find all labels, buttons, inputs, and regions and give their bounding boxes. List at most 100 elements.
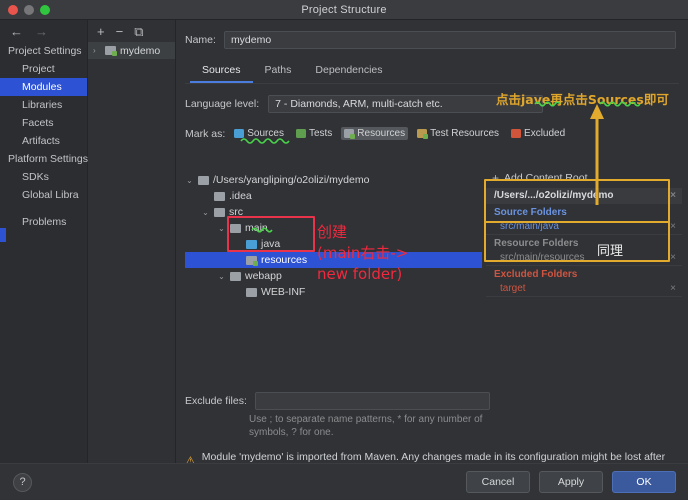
tab-sources[interactable]: Sources: [190, 60, 253, 83]
nav-group-project-settings: Project Settings: [8, 45, 82, 57]
tests-folder-icon: [295, 129, 306, 138]
folder-icon: [230, 223, 241, 233]
copy-module-icon[interactable]: ⧉: [134, 25, 143, 38]
sidebar-item-libraries[interactable]: Libraries: [0, 96, 87, 114]
mark-as-excluded-label: Excluded: [524, 128, 566, 139]
chevron-down-icon[interactable]: ⌄: [185, 176, 194, 185]
footer-buttons: Cancel Apply OK: [466, 471, 676, 493]
exclude-files-input[interactable]: [254, 392, 490, 410]
exclude-files-label: Exclude files:: [185, 395, 247, 407]
tree-row[interactable]: ⌄ main: [185, 220, 482, 236]
sources-folder-icon: [234, 129, 245, 138]
remove-excluded-folder-icon[interactable]: ×: [670, 283, 676, 294]
title-bar: Project Structure: [0, 0, 688, 20]
folder-icon: [230, 271, 241, 281]
test-resources-folder-icon: [417, 129, 429, 139]
folder-icon: [214, 207, 225, 217]
chevron-down-icon[interactable]: ⌄: [217, 224, 226, 233]
arrow-left-icon[interactable]: ←: [10, 25, 23, 38]
folder-icon: [246, 287, 257, 297]
tree-label: resources: [261, 254, 308, 266]
sidebar-item-project[interactable]: Project: [0, 60, 87, 78]
tab-paths[interactable]: Paths: [253, 60, 304, 83]
resource-folder-row[interactable]: src/main/resources ×: [486, 251, 682, 266]
remove-source-folder-icon[interactable]: ×: [670, 221, 676, 232]
tree-label: /Users/yangliping/o2olizi/mydemo: [213, 174, 370, 186]
nav-history-controls[interactable]: ← →: [0, 20, 87, 42]
remove-module-icon[interactable]: −: [116, 25, 124, 38]
chevron-right-icon[interactable]: ›: [93, 46, 101, 55]
remove-content-root-icon[interactable]: ×: [670, 190, 676, 201]
tree-row[interactable]: ⌄ webapp: [185, 268, 482, 284]
sidebar-item-global-libraries[interactable]: Global Libra: [0, 186, 87, 204]
sidebar-item-facets[interactable]: Facets: [0, 114, 87, 132]
chevron-down-icon[interactable]: ⌄: [217, 272, 226, 281]
tree-label: WEB-INF: [261, 286, 306, 298]
remove-resource-folder-icon[interactable]: ×: [670, 252, 676, 263]
mark-as-row: Mark as: Sources Tests Resources Test Re…: [185, 127, 676, 140]
cancel-button[interactable]: Cancel: [466, 471, 530, 493]
sidebar-item-modules[interactable]: Modules: [0, 78, 87, 96]
project-structure-dialog: Project Structure ← → Project Settings P…: [0, 0, 688, 500]
name-label: Name:: [185, 34, 216, 46]
resources-folder-icon: [344, 129, 356, 139]
mark-as-test-resources-label: Test Resources: [430, 128, 500, 139]
chevron-down-icon[interactable]: ⌄: [201, 208, 210, 217]
resources-folder-icon: [246, 255, 258, 266]
sidebar-divider: [0, 204, 87, 213]
plus-icon: +: [492, 171, 500, 185]
mark-as-test-resources-button[interactable]: Test Resources: [414, 127, 502, 140]
content-root-path: /Users/.../o2olizi/mydemo: [494, 190, 614, 201]
editor-tabs: Sources Paths Dependencies: [185, 60, 679, 84]
apply-button[interactable]: Apply: [539, 471, 603, 493]
add-module-icon[interactable]: +: [97, 25, 105, 38]
sidebar-item-sdks[interactable]: SDKs: [0, 168, 87, 186]
tree-row-resources[interactable]: resources: [185, 252, 482, 268]
selection-edge-indicator: [0, 228, 6, 242]
excluded-folder-icon: [511, 129, 522, 138]
folder-icon: [198, 175, 209, 185]
module-editor: Name: mydemo Sources Paths Dependencies …: [176, 20, 688, 477]
tree-row[interactable]: ⌄ /Users/yangliping/o2olizi/mydemo: [185, 172, 482, 188]
module-label: mydemo: [120, 44, 161, 57]
module-list-item-mydemo[interactable]: › mydemo: [88, 42, 175, 59]
mark-as-sources-label: Sources: [247, 128, 284, 139]
sidebar-item-artifacts[interactable]: Artifacts: [0, 132, 87, 150]
excluded-folders-title: Excluded Folders: [494, 269, 578, 280]
tree-label: main: [245, 222, 268, 234]
excluded-folder-path: target: [500, 283, 526, 294]
tree-label: .idea: [229, 190, 252, 202]
dialog-footer: ? Cancel Apply OK: [0, 463, 688, 500]
module-list-panel: + − ⧉ › mydemo: [88, 20, 176, 463]
language-level-label: Language level:: [185, 98, 260, 110]
tree-row-java[interactable]: java: [185, 236, 482, 252]
mark-as-resources-button[interactable]: Resources: [341, 127, 409, 140]
module-icon: [105, 46, 117, 56]
excluded-folder-row[interactable]: target ×: [486, 282, 682, 297]
add-content-root-label: Add Content Root: [504, 172, 588, 184]
tree-row[interactable]: ⌄ src: [185, 204, 482, 220]
mark-as-label: Mark as:: [185, 127, 226, 140]
ok-button[interactable]: OK: [612, 471, 676, 493]
mark-as-sources-button[interactable]: Sources: [231, 127, 287, 140]
module-name-input[interactable]: mydemo: [223, 31, 676, 49]
tree-label: java: [261, 238, 281, 250]
tab-dependencies[interactable]: Dependencies: [303, 60, 394, 83]
sidebar-item-problems[interactable]: Problems: [0, 213, 87, 231]
add-content-root-button[interactable]: + Add Content Root: [486, 170, 682, 188]
tree-row[interactable]: WEB-INF: [185, 284, 482, 300]
resource-folder-path: src/main/resources: [500, 252, 585, 263]
source-folder-row[interactable]: src/main/java ×: [486, 220, 682, 235]
tree-row[interactable]: .idea: [185, 188, 482, 204]
name-row: Name: mydemo: [185, 31, 676, 49]
help-button[interactable]: ?: [13, 472, 32, 492]
window-title: Project Structure: [301, 3, 387, 16]
mark-as-excluded-button[interactable]: Excluded: [508, 127, 568, 140]
content-root-header-row: /Users/.../o2olizi/mydemo ×: [486, 188, 682, 204]
content-roots-pane: + Add Content Root /Users/.../o2olizi/my…: [486, 170, 682, 384]
mark-as-tests-label: Tests: [308, 128, 333, 139]
mark-as-tests-button[interactable]: Tests: [293, 127, 335, 140]
arrow-right-icon[interactable]: →: [35, 25, 48, 38]
language-level-select[interactable]: 7 - Diamonds, ARM, multi-catch etc.: [268, 95, 544, 113]
settings-sidebar: ← → Project Settings Project Modules Lib…: [0, 20, 88, 463]
